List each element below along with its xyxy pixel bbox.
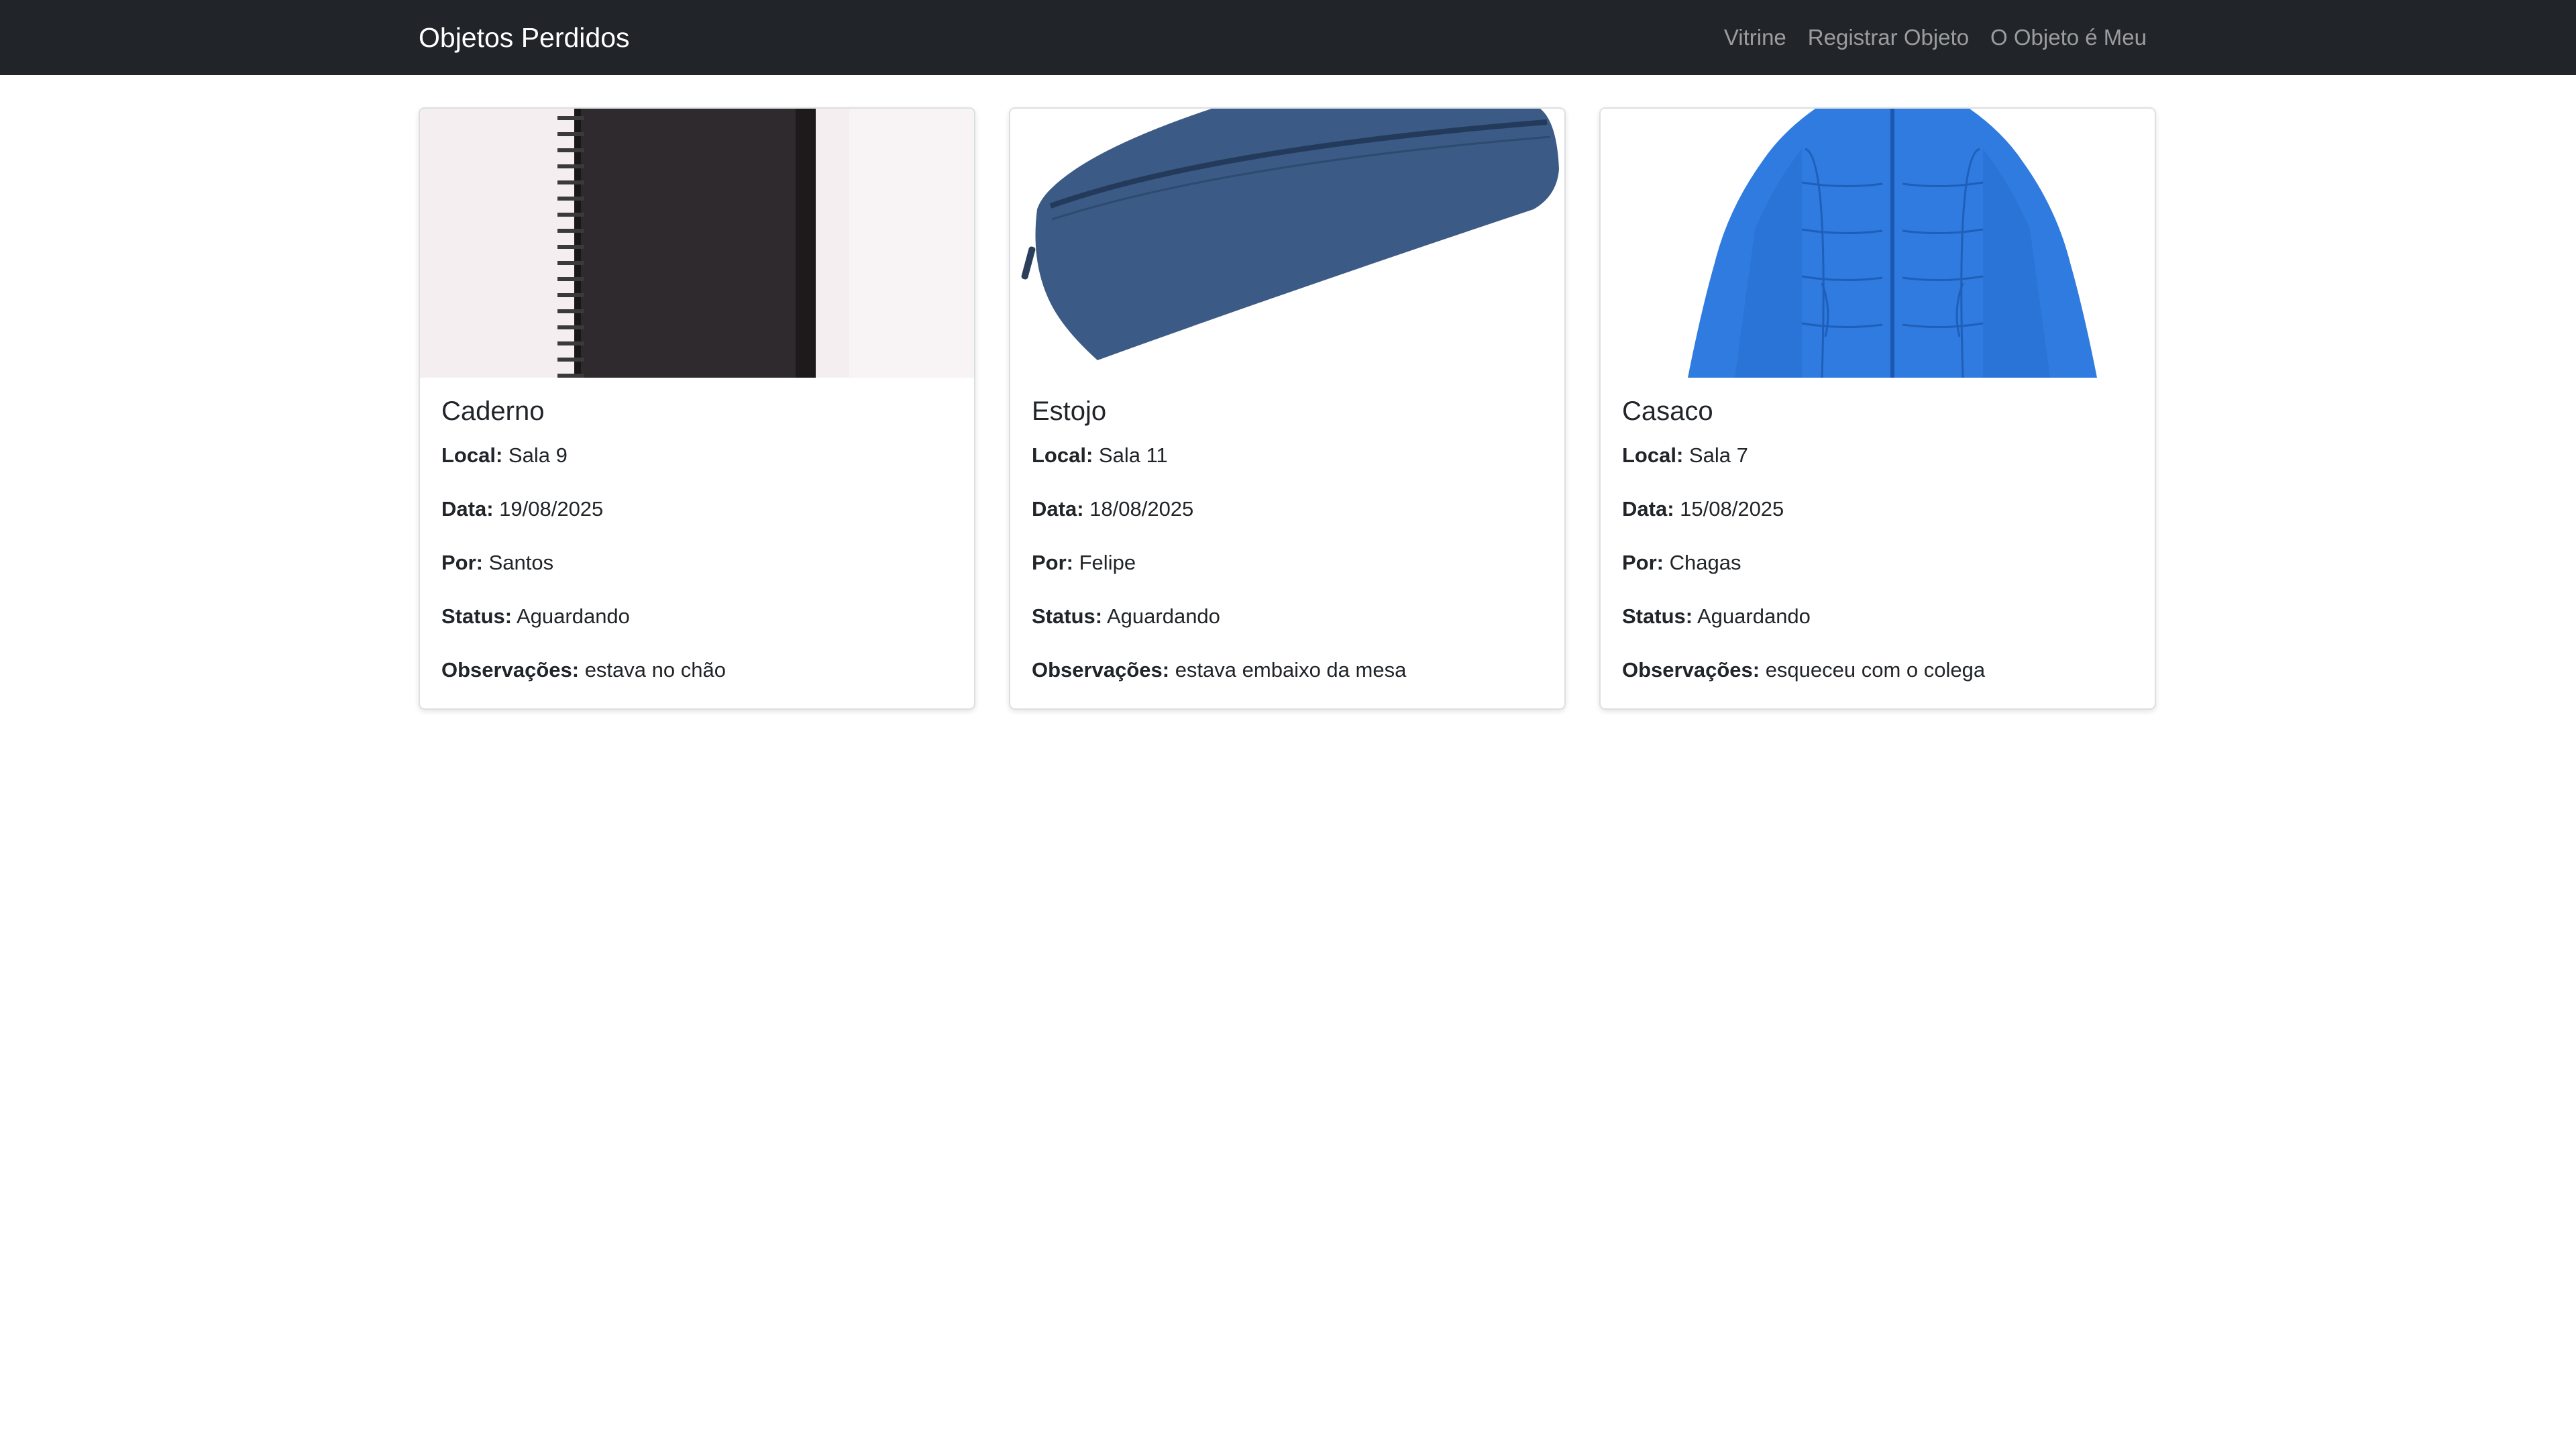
field-value: Aguardando <box>1697 604 1811 628</box>
field-local: Local: Sala 11 <box>1032 443 1168 468</box>
top-navbar: Objetos Perdidos Vitrine Registrar Objet… <box>0 0 2576 75</box>
field-label: Por: <box>441 551 483 574</box>
field-label: Data: <box>1622 497 1674 521</box>
field-label: Por: <box>1032 551 1073 574</box>
field-data: Data: 19/08/2025 <box>441 497 603 521</box>
field-label: Status: <box>1622 604 1693 628</box>
field-value: Sala 7 <box>1688 443 1748 467</box>
nav-links: Vitrine Registrar Objeto O Objeto é Meu <box>1724 0 2147 75</box>
field-por: Por: Chagas <box>1622 551 1741 575</box>
field-data: Data: 15/08/2025 <box>1622 497 1784 521</box>
field-por: Por: Felipe <box>1032 551 1136 575</box>
field-label: Data: <box>1032 497 1084 521</box>
field-data: Data: 18/08/2025 <box>1032 497 1193 521</box>
navbar-brand[interactable]: Objetos Perdidos <box>419 0 630 75</box>
field-por: Por: Santos <box>441 551 553 575</box>
field-value: 18/08/2025 <box>1089 497 1194 521</box>
field-label: Observações: <box>1032 658 1170 682</box>
field-status: Status: Aguardando <box>441 604 630 629</box>
field-label: Por: <box>1622 551 1664 574</box>
item-card-casaco: Casaco Local: Sala 7 Data: 15/08/2025 Po… <box>1599 107 2156 710</box>
field-value: Santos <box>488 551 554 574</box>
field-label: Local: <box>441 443 503 467</box>
field-label: Status: <box>1032 604 1103 628</box>
field-value: Sala 9 <box>508 443 568 467</box>
item-title: Casaco <box>1622 396 1713 426</box>
item-title: Caderno <box>441 396 545 426</box>
item-image-pencil-case <box>1010 109 1564 378</box>
field-value: Chagas <box>1669 551 1741 574</box>
nav-link-vitrine[interactable]: Vitrine <box>1724 25 1786 50</box>
field-status: Status: Aguardando <box>1622 604 1811 629</box>
field-label: Status: <box>441 604 513 628</box>
field-value: estava no chão <box>584 658 726 682</box>
field-value: Sala 11 <box>1098 443 1168 467</box>
field-value: 15/08/2025 <box>1680 497 1784 521</box>
field-local: Local: Sala 9 <box>441 443 568 468</box>
field-observacoes: Observações: esqueceu com o colega <box>1622 658 1985 682</box>
field-value: esqueceu com o colega <box>1765 658 1986 682</box>
field-value: Aguardando <box>1106 604 1220 628</box>
nav-link-o-objeto-e-meu[interactable]: O Objeto é Meu <box>1990 25 2147 50</box>
nav-link-registrar-objeto[interactable]: Registrar Objeto <box>1808 25 1969 50</box>
field-label: Data: <box>441 497 494 521</box>
item-card-estojo: Estojo Local: Sala 11 Data: 18/08/2025 P… <box>1009 107 1566 710</box>
field-observacoes: Observações: estava no chão <box>441 658 726 682</box>
item-image-notebook <box>420 109 974 378</box>
field-status: Status: Aguardando <box>1032 604 1220 629</box>
field-label: Observações: <box>441 658 580 682</box>
field-value: Felipe <box>1079 551 1136 574</box>
field-label: Local: <box>1622 443 1684 467</box>
field-value: 19/08/2025 <box>499 497 604 521</box>
field-value: estava embaixo da mesa <box>1175 658 1407 682</box>
item-image-jacket <box>1601 109 2155 378</box>
field-label: Observações: <box>1622 658 1760 682</box>
field-label: Local: <box>1032 443 1093 467</box>
field-observacoes: Observações: estava embaixo da mesa <box>1032 658 1406 682</box>
item-title: Estojo <box>1032 396 1107 426</box>
field-local: Local: Sala 7 <box>1622 443 1748 468</box>
item-card-caderno: Caderno Local: Sala 9 Data: 19/08/2025 P… <box>419 107 975 710</box>
field-value: Aguardando <box>516 604 630 628</box>
